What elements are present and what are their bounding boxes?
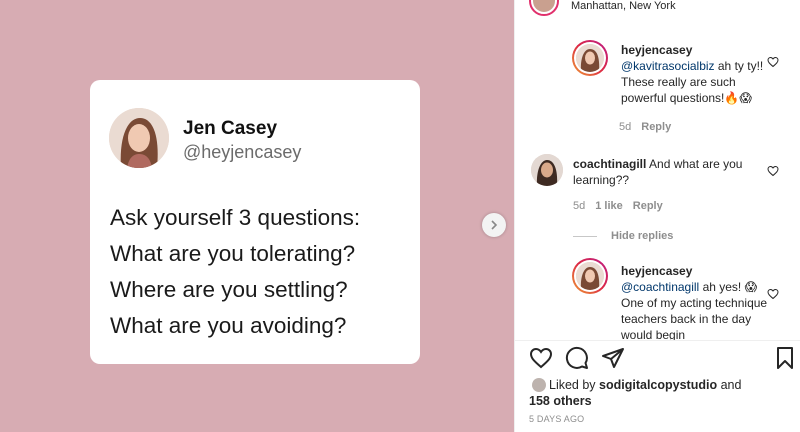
hide-replies-line	[573, 235, 597, 237]
tweet-line: Ask yourself 3 questions:	[110, 205, 361, 230]
tweet-line: Where are you settling?	[110, 277, 348, 302]
liker-username[interactable]: sodigitalcopystudio	[599, 378, 717, 392]
likes-prefix: Liked by	[549, 378, 600, 392]
comment-username[interactable]: coachtinagill	[573, 157, 646, 171]
post-media[interactable]: Jen Casey @heyjencasey Ask yourself 3 qu…	[0, 0, 514, 432]
actions-divider	[515, 340, 800, 341]
comment-body: heyjencasey @kavitrasocialbiz ah ty ty!!…	[621, 42, 777, 106]
comment-like-heart-icon[interactable]	[767, 164, 779, 177]
likes-summary: Liked by sodigitalcopystudio and 158 oth…	[529, 377, 741, 409]
tweet-line: What are you tolerating?	[110, 241, 356, 266]
comment-bubble-icon[interactable]	[565, 346, 589, 370]
comment-item: heyjencasey @coachtinagill ah yes! 😱 One…	[515, 258, 800, 340]
commenter-avatar[interactable]	[572, 40, 608, 76]
comment-username[interactable]: heyjencasey	[621, 264, 692, 278]
hide-replies-label: Hide replies	[611, 230, 674, 242]
post-location[interactable]: Manhattan, New York	[571, 0, 676, 12]
likes-middle: and	[717, 378, 742, 392]
commenter-avatar[interactable]	[531, 154, 563, 186]
author-avatar	[109, 108, 169, 168]
comment-like-heart-icon[interactable]	[767, 287, 779, 300]
comment-body: heyjencasey @coachtinagill ah yes! 😱 One…	[621, 263, 777, 340]
paper-plane-icon[interactable]	[601, 346, 625, 370]
tweet-card: Jen Casey @heyjencasey Ask yourself 3 qu…	[90, 80, 420, 364]
tweet-line: What are you avoiding?	[110, 313, 347, 338]
tweet-text: Ask yourself 3 questions: What are you t…	[110, 200, 360, 344]
reply-button[interactable]: Reply	[633, 200, 663, 212]
likes-others[interactable]: 158 others	[529, 394, 592, 408]
comment-item: coachtinagill And what are you learning?…	[515, 148, 800, 228]
comment-mention[interactable]: @coachtinagill	[621, 280, 699, 294]
comment-body: coachtinagill And what are you learning?…	[573, 156, 763, 188]
comment-meta: 5d 1 like Reply	[573, 200, 673, 212]
comment-mention[interactable]: @kavitrasocialbiz	[621, 59, 715, 73]
comment-meta: 5d Reply	[619, 121, 681, 133]
poster-avatar[interactable]	[529, 0, 559, 16]
comment-like-count[interactable]: 1 like	[595, 200, 623, 212]
comment-age: 5d	[619, 121, 632, 133]
commenter-avatar[interactable]	[572, 258, 608, 294]
post-timestamp[interactable]: 5 DAYS AGO	[529, 414, 584, 424]
post-actions	[529, 346, 799, 372]
comment-age: 5d	[573, 200, 586, 212]
hide-replies-button[interactable]: Hide replies	[573, 230, 673, 242]
author-handle: @heyjencasey	[183, 142, 302, 162]
heart-icon[interactable]	[529, 346, 553, 370]
comment-username[interactable]: heyjencasey	[621, 43, 692, 57]
comment-item: heyjencasey @kavitrasocialbiz ah ty ty!!…	[515, 18, 800, 138]
bookmark-icon[interactable]	[773, 346, 797, 370]
author-name: Jen Casey	[183, 118, 278, 139]
reply-button[interactable]: Reply	[641, 121, 671, 133]
chevron-right-icon	[491, 220, 498, 230]
post-sidebar: Manhattan, New York heyjencasey @kavitra…	[514, 0, 800, 432]
comments-list[interactable]: heyjencasey @kavitrasocialbiz ah ty ty!!…	[515, 18, 800, 340]
next-slide-button[interactable]	[482, 213, 506, 237]
comment-like-heart-icon[interactable]	[767, 55, 779, 68]
